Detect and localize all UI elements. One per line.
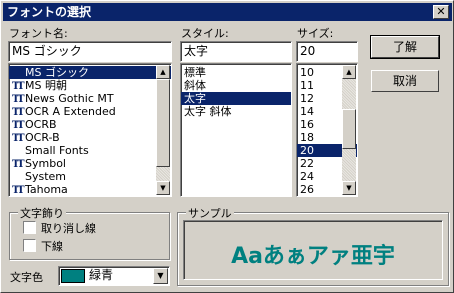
sample-text: Aaあぁアァ亜宇: [231, 244, 395, 269]
font-list-item-label: System: [25, 170, 67, 183]
font-list-item[interactable]: TT OCR-B: [9, 131, 171, 144]
font-list-item[interactable]: TT News Gothic MT: [9, 92, 171, 105]
font-list-item[interactable]: TT Tahoma: [9, 183, 171, 196]
style-list[interactable]: 標準 斜体 太字 太字 斜体: [180, 63, 292, 197]
underline-label[interactable]: 下線: [41, 238, 63, 254]
font-list-item[interactable]: System: [9, 170, 171, 183]
scroll-down-button[interactable]: ▼: [156, 181, 170, 195]
chevron-down-icon: ▼: [157, 271, 164, 280]
dialog-title: フォントの選択: [7, 5, 92, 19]
style-list-item[interactable]: 太字 斜体: [181, 105, 291, 118]
strikeout-checkbox[interactable]: [23, 221, 36, 234]
size-list-scrollbar[interactable]: ▲ ▼: [342, 65, 356, 195]
font-list-item-label: OCRB: [25, 118, 57, 131]
font-name-input[interactable]: MS ゴシック: [8, 41, 172, 62]
strikeout-label[interactable]: 取り消し線: [41, 220, 96, 236]
underline-checkbox[interactable]: [23, 239, 36, 252]
color-value: 緑青: [89, 268, 114, 282]
scroll-up-button[interactable]: ▲: [342, 65, 356, 79]
font-list-item-label: OCR A Extended: [25, 105, 116, 118]
color-dropdown-button[interactable]: ▼: [153, 268, 168, 284]
sample-preview: Aaあぁアァ亜宇: [183, 220, 443, 280]
effects-group-title: 文字飾り: [18, 205, 66, 221]
font-label: フォント名:: [9, 27, 68, 40]
font-list-item-label: MS 明朝: [25, 79, 67, 92]
style-list-item[interactable]: 斜体: [181, 79, 291, 92]
scroll-thumb[interactable]: [342, 109, 356, 149]
arrow-up-icon: ▲: [160, 68, 166, 76]
arrow-up-icon: ▲: [346, 68, 352, 76]
font-list-item[interactable]: TT MS 明朝: [9, 79, 171, 92]
font-list-item[interactable]: TT MS ゴシック: [9, 66, 171, 79]
font-list-item-label: Small Fonts: [25, 144, 89, 157]
close-icon: ✕: [436, 5, 446, 18]
size-list[interactable]: 10 11 12 14 16 18 20 22 24 26 ▲ ▼: [296, 63, 358, 197]
font-dialog: フォントの選択 ✕ フォント名: MS ゴシック TT MS ゴシック TT MS 明…: [0, 0, 454, 293]
arrow-down-icon: ▼: [346, 184, 352, 192]
font-list[interactable]: TT MS ゴシック TT MS 明朝 TT News Gothic MT TT OCR A …: [8, 63, 172, 197]
style-label: スタイル:: [181, 27, 229, 40]
truetype-icon: TT: [12, 185, 25, 196]
font-list-item[interactable]: TT OCR A Extended: [9, 105, 171, 118]
font-list-item-label: Tahoma: [25, 183, 68, 196]
font-list-item-label: Symbol: [25, 157, 66, 170]
sample-group-title: サンプル: [186, 205, 234, 221]
color-label: 文字色: [10, 271, 43, 284]
font-list-item[interactable]: Small Fonts: [9, 144, 171, 157]
ok-button[interactable]: 了解: [370, 35, 440, 59]
cancel-button[interactable]: 取消: [371, 70, 439, 92]
title-bar: フォントの選択 ✕: [3, 3, 452, 21]
scroll-up-button[interactable]: ▲: [156, 65, 170, 79]
color-select[interactable]: 緑青 ▼: [58, 266, 170, 286]
font-list-item[interactable]: TT OCRB: [9, 118, 171, 131]
size-input[interactable]: 20: [296, 41, 358, 62]
font-list-item[interactable]: TT Symbol: [9, 157, 171, 170]
close-button[interactable]: ✕: [433, 5, 449, 19]
font-list-item-label: OCR-B: [25, 131, 60, 144]
size-label: サイズ:: [297, 27, 334, 40]
font-list-item-label: News Gothic MT: [25, 92, 114, 105]
style-list-item[interactable]: 標準: [181, 66, 291, 79]
font-list-scrollbar[interactable]: ▲ ▼: [156, 65, 170, 195]
style-list-item[interactable]: 太字: [181, 92, 291, 105]
scroll-thumb[interactable]: [156, 79, 170, 167]
color-swatch: [61, 268, 85, 283]
arrow-down-icon: ▼: [160, 184, 166, 192]
scroll-down-button[interactable]: ▼: [342, 181, 356, 195]
style-input[interactable]: 太字: [180, 41, 292, 62]
font-list-item-label: MS ゴシック: [25, 66, 89, 79]
